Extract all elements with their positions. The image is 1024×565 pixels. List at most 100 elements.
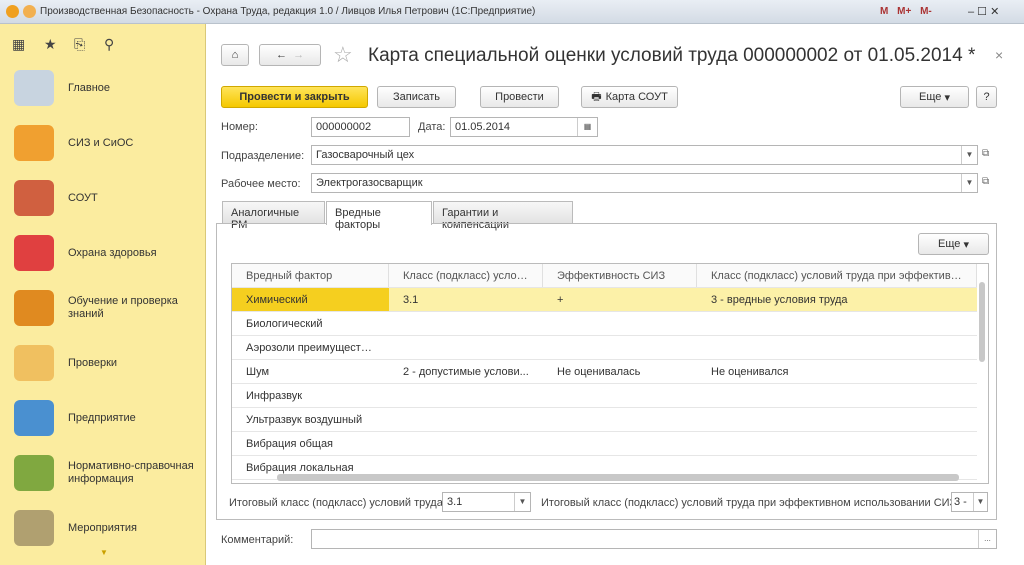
window-controls[interactable]: – ☐ ✕ <box>968 5 999 18</box>
tab-harmful-factors[interactable]: Вредные факторы <box>326 201 432 231</box>
table-cell[interactable] <box>697 384 977 407</box>
table-cell[interactable]: Биологический <box>232 312 389 335</box>
chevron-down-icon[interactable]: ▼ <box>961 146 977 164</box>
help-button[interactable]: ? <box>976 86 997 108</box>
comment-label: Комментарий: <box>221 534 294 546</box>
tab-guarantees[interactable]: Гарантии и компенсации <box>433 201 573 231</box>
section-icon <box>14 125 54 161</box>
history-icon[interactable]: ⎘ <box>74 36 85 53</box>
table-cell[interactable] <box>389 432 543 455</box>
table-cell[interactable] <box>697 408 977 431</box>
number-input[interactable]: 000000002 <box>311 117 410 137</box>
sidebar-item[interactable]: Предприятие <box>14 400 204 436</box>
total-class-select[interactable]: 3.1 ▼ <box>442 492 531 512</box>
sidebar-item[interactable]: Главное <box>14 70 204 106</box>
sidebar-item-label: Нормативно-справочная информация <box>68 460 194 485</box>
search-icon[interactable]: ⚲ <box>104 36 114 53</box>
apps-grid-icon[interactable]: ▦ <box>12 36 25 53</box>
table-cell[interactable] <box>697 432 977 455</box>
sidebar-item[interactable]: Проверки <box>14 345 204 381</box>
menu-button[interactable] <box>23 5 36 18</box>
table-cell[interactable] <box>543 384 697 407</box>
table-header: Вредный фактор Класс (подкласс) услов...… <box>232 264 977 288</box>
close-icon[interactable]: × <box>995 47 1003 63</box>
table-cell[interactable]: Не оценивался <box>697 360 977 383</box>
total-class-siz-label: Итоговый класс (подкласс) условий труда … <box>541 497 960 509</box>
grid-more-button[interactable]: Еще ▾ <box>918 233 989 255</box>
open-icon[interactable]: ⧉ <box>982 176 989 187</box>
chevron-down-icon[interactable]: ▼ <box>961 174 977 192</box>
post-and-close-button[interactable]: Провести и закрыть <box>221 86 368 108</box>
vertical-scrollbar[interactable] <box>979 282 985 362</box>
workplace-select[interactable]: Электрогазосварщик ▼ <box>311 173 978 193</box>
table-cell[interactable]: 3.1 <box>389 288 543 311</box>
sidebar-item[interactable]: Обучение и проверка знаний <box>14 290 204 326</box>
table-row[interactable]: Ультразвук воздушный <box>232 408 977 432</box>
table-cell[interactable] <box>389 384 543 407</box>
division-select[interactable]: Газосварочный цех ▼ <box>311 145 978 165</box>
calendar-icon[interactable]: ▦ <box>577 118 597 136</box>
table-cell[interactable]: Не оценивалась <box>543 360 697 383</box>
horizontal-scrollbar[interactable] <box>277 474 959 481</box>
column-header[interactable]: Класс (подкласс) услов... <box>389 264 543 287</box>
table-row[interactable]: Химический 3.1 +3 - вредные условия труда <box>232 288 977 312</box>
column-header[interactable]: Эффективность СИЗ <box>543 264 697 287</box>
open-icon[interactable]: ⧉ <box>982 148 989 159</box>
table-cell[interactable]: Химический <box>232 288 389 311</box>
sidebar-item[interactable]: Нормативно-справочная информация <box>14 455 204 491</box>
nav-back-forward[interactable]: ← → <box>259 44 321 66</box>
table-cell[interactable] <box>697 312 977 335</box>
comment-expand-button[interactable]: ... <box>978 530 996 548</box>
memory-m-button[interactable]: M <box>880 6 888 17</box>
total-class-label: Итоговый класс (подкласс) условий труда: <box>229 497 446 509</box>
sidebar-item[interactable]: Охрана здоровья <box>14 235 204 271</box>
table-cell[interactable] <box>389 408 543 431</box>
workplace-value: Электрогазосварщик <box>316 177 423 189</box>
sidebar-item[interactable]: СОУТ <box>14 180 204 216</box>
sidebar-item-label: Главное <box>68 81 111 94</box>
comment-input[interactable]: ... <box>311 529 997 549</box>
section-icon <box>14 455 54 491</box>
more-button[interactable]: Еще ▾ <box>900 86 969 108</box>
table-row[interactable]: Вибрация общая <box>232 432 977 456</box>
memory-mminus-button[interactable]: M- <box>920 6 932 17</box>
table-row[interactable]: Аэрозоли преимуществ... <box>232 336 977 360</box>
table-row[interactable]: Шум 2 - допустимые услови... Не оценивалас… <box>232 360 977 384</box>
memory-mplus-button[interactable]: M+ <box>897 6 911 17</box>
column-header[interactable]: Класс (подкласс) условий труда при эффек… <box>697 264 977 287</box>
table-cell[interactable] <box>543 336 697 359</box>
card-sout-button[interactable]: 🖶 Карта СОУТ <box>581 86 678 108</box>
save-button[interactable]: Записать <box>377 86 456 108</box>
post-button[interactable]: Провести <box>480 86 559 108</box>
table-cell[interactable] <box>543 408 697 431</box>
table-row[interactable]: Инфразвук <box>232 384 977 408</box>
table-cell[interactable]: 3 - вредные условия труда <box>697 288 977 311</box>
table-row[interactable]: Биологический <box>232 312 977 336</box>
chevron-down-icon[interactable]: ▼ <box>973 493 987 511</box>
total-class-siz-select[interactable]: 3 - ▼ <box>951 492 988 512</box>
table-cell[interactable]: Вибрация общая <box>232 432 389 455</box>
table-cell[interactable]: Ультразвук воздушный <box>232 408 389 431</box>
sidebar-item[interactable]: СИЗ и СиОС <box>14 125 204 161</box>
table-cell[interactable] <box>389 312 543 335</box>
favorite-star-icon[interactable]: ☆ <box>333 42 353 68</box>
home-button[interactable]: ⌂ <box>221 44 249 66</box>
table-cell[interactable] <box>697 336 977 359</box>
column-header[interactable]: Вредный фактор <box>232 264 389 287</box>
date-input[interactable]: 01.05.2014 ▦ <box>450 117 598 137</box>
chevron-down-icon[interactable]: ▼ <box>514 493 530 511</box>
table-cell[interactable]: Шум <box>232 360 389 383</box>
table-cell[interactable] <box>389 336 543 359</box>
table-cell[interactable]: + <box>543 288 697 311</box>
table-cell[interactable]: Аэрозоли преимуществ... <box>232 336 389 359</box>
table-cell[interactable] <box>543 432 697 455</box>
table-cell[interactable] <box>543 312 697 335</box>
scroll-down-icon[interactable]: ▼ <box>100 548 108 557</box>
sidebar-item[interactable]: Мероприятия <box>14 510 204 546</box>
total-class-value: 3.1 <box>447 496 463 508</box>
workplace-label: Рабочее место: <box>221 178 301 190</box>
favorites-star-icon[interactable]: ★ <box>44 36 57 53</box>
table-cell[interactable]: Инфразвук <box>232 384 389 407</box>
table-cell[interactable]: 2 - допустимые услови... <box>389 360 543 383</box>
tab-analog-workplaces[interactable]: Аналогичные РМ <box>222 201 325 231</box>
